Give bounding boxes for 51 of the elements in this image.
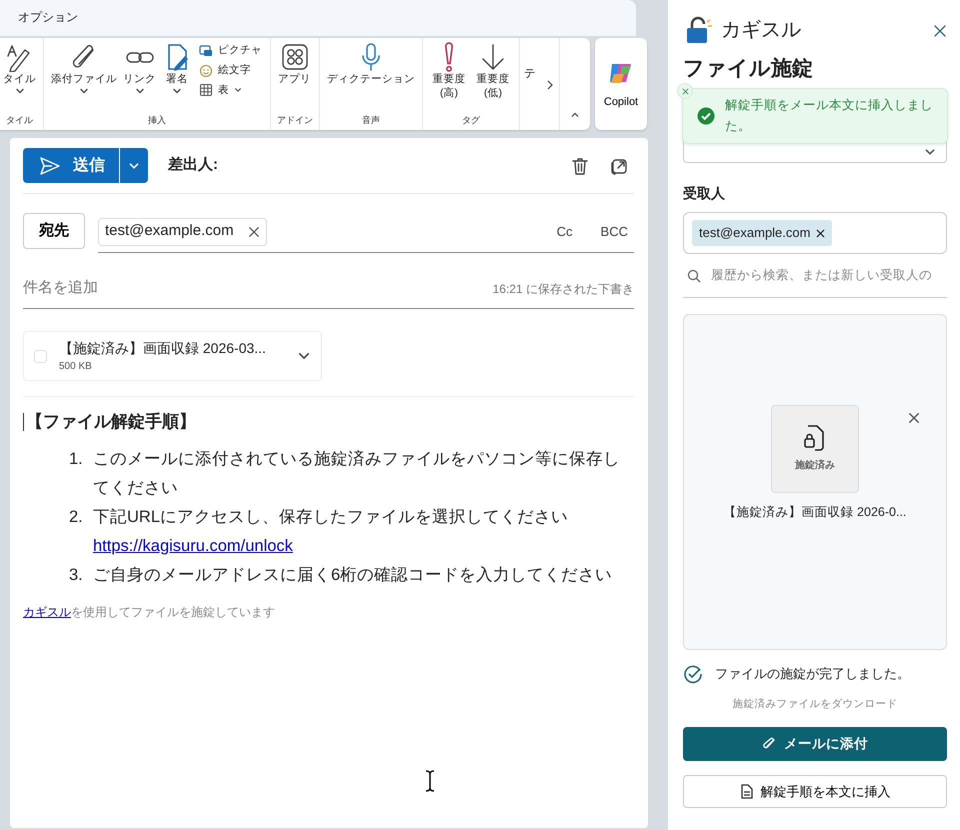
ribbon-tab[interactable]: オプション xyxy=(18,10,78,24)
thumbnail-label: 施錠済み xyxy=(795,458,835,474)
search-field[interactable]: 履歴から検索、または新しい受取人の xyxy=(683,254,947,298)
file-name: 【施錠済み】画面収録 2026-0... xyxy=(724,504,906,521)
ribbon-button[interactable]: 重要度 (低) xyxy=(473,42,513,100)
ribbon-button[interactable]: 添付ファイル xyxy=(50,42,118,96)
link[interactable]: カギスル xyxy=(23,604,71,618)
recipient-chip[interactable]: test@example.com xyxy=(98,218,267,246)
list-item: ご自身のメールアドレスに届く6桁の確認コードを入力してください xyxy=(93,564,614,586)
ribbon-button[interactable]: 表 xyxy=(197,82,264,100)
download-link[interactable]: 施錠済みファイルをダウンロード xyxy=(683,697,947,713)
pane-heading: ファイル施錠 xyxy=(683,56,814,82)
body-heading: 【ファイル解錠手順】 xyxy=(26,411,196,433)
attachment-name: 【施錠済み】画面収録 2026-03... xyxy=(59,339,267,358)
insert-button[interactable]: 解錠手順を本文に挿入 xyxy=(683,774,947,808)
status-message: ファイルの施錠が完了しました。 xyxy=(715,665,910,684)
toast-message: 解錠手順をメール本文に挿入しました。 xyxy=(725,96,934,135)
to-button[interactable]: 宛先 xyxy=(23,213,85,249)
ribbon-button[interactable]: ピクチャ xyxy=(197,42,264,60)
attach-button[interactable]: メールに添付 xyxy=(683,726,947,761)
list-number: 2. xyxy=(69,506,84,528)
ribbon-button[interactable]: 重要度 (高) xyxy=(429,42,469,100)
ribbon-button[interactable]: タイル xyxy=(2,42,37,96)
group-label: 挿入 xyxy=(147,114,167,127)
list-number: 3. xyxy=(69,564,84,586)
from-label: 差出人: xyxy=(168,155,219,176)
ribbon-button[interactable]: ディクテーション xyxy=(326,42,416,86)
attachment-card[interactable]: 【施錠済み】画面収録 2026-03... 500 KB xyxy=(23,331,322,381)
group-label: 音声 xyxy=(361,114,381,127)
list-number: 1. xyxy=(69,448,84,470)
attachment-size: 500 KB xyxy=(59,360,93,374)
pane-title: カギスル xyxy=(721,18,802,43)
recipients-field[interactable]: test@example.com xyxy=(683,212,947,254)
ribbon-button[interactable]: テ xyxy=(524,66,536,84)
footer-text: を使用してファイルを施錠しています xyxy=(71,604,275,618)
group-label: タグ xyxy=(461,114,481,127)
recipients-label: 受取人 xyxy=(683,184,726,204)
bcc-button[interactable]: BCC xyxy=(594,220,634,242)
draft-status: 16:21 に保存された下書き xyxy=(492,280,634,298)
ribbon-button[interactable]: 絵文字 xyxy=(197,62,264,80)
ribbon-button[interactable]: アプリ xyxy=(277,42,312,86)
cc-button[interactable]: Cc xyxy=(550,220,579,242)
link[interactable]: https://kagisuru.com/unlock xyxy=(93,536,293,554)
group-label: アドイン xyxy=(277,114,313,127)
ribbon-button[interactable]: リンク xyxy=(122,42,157,96)
list-item: このメールに添付されている施錠済みファイルをパソコン等に保存してください xyxy=(93,448,621,498)
ribbon-button[interactable]: 署名 xyxy=(161,42,193,96)
group-label: タイル xyxy=(5,114,34,127)
list-item: 下記URLにアクセスし、保存したファイルを選択してください xyxy=(93,506,570,528)
recipient-chip[interactable]: test@example.com xyxy=(692,220,832,246)
copilot-button[interactable]: Copilot xyxy=(595,38,647,130)
